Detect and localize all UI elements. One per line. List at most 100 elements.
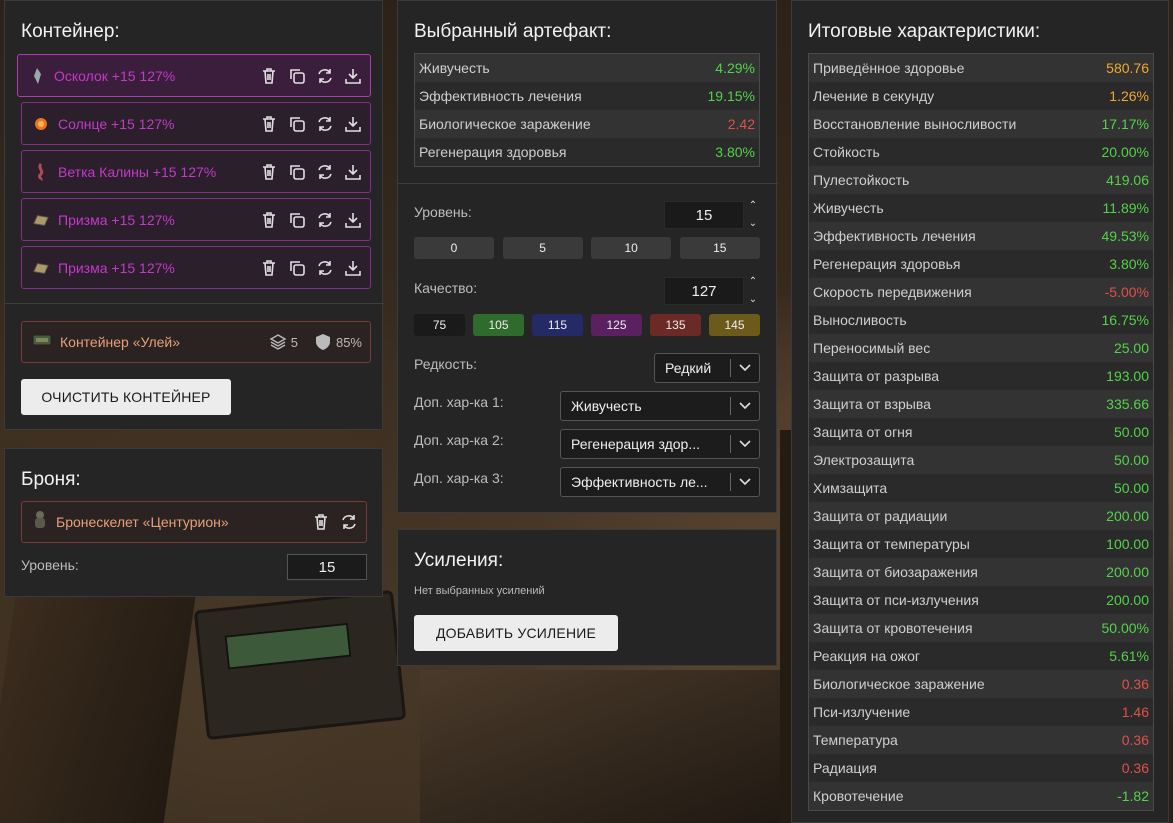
stat-label: Приведённое здоровье — [813, 60, 965, 76]
selected-artifact-title: Выбранный артефакт: — [414, 21, 612, 42]
trash-icon[interactable] — [260, 67, 278, 85]
chevron-up-icon[interactable]: ⌃ — [749, 201, 757, 211]
extra3-select[interactable]: Эффективность ле... — [560, 467, 760, 497]
quality-preset-button[interactable]: 135 — [650, 314, 701, 336]
chevron-down-icon — [731, 478, 759, 486]
totals-panel: Итоговые характеристики: Приведённое здо… — [791, 0, 1169, 823]
armor-item[interactable]: Бронескелет «Центурион» — [21, 501, 367, 543]
stat-label: Биологическое заражение — [419, 116, 591, 132]
trash-icon[interactable] — [260, 115, 278, 133]
artifact-row[interactable]: Осколок +15 127% — [17, 54, 371, 97]
trash-icon[interactable] — [260, 163, 278, 181]
stat-label: Защита от взрыва — [813, 396, 931, 412]
stat-row: Температура 0.36 — [809, 726, 1153, 754]
quality-preset-button[interactable]: 125 — [591, 314, 642, 336]
branch-icon — [32, 162, 50, 181]
stat-value: 335.66 — [1106, 396, 1149, 412]
quality-preset-button[interactable]: 105 — [473, 314, 524, 336]
level-input[interactable]: 15 — [664, 201, 744, 229]
chevron-down-icon — [731, 440, 759, 448]
artifact-row[interactable]: Ветка Калины +15 127% — [21, 150, 371, 193]
replace-icon[interactable] — [340, 513, 358, 531]
level-preset-button[interactable]: 0 — [414, 237, 494, 259]
stat-row: Пси-излучение 1.46 — [809, 698, 1153, 726]
replace-icon[interactable] — [316, 163, 334, 181]
copy-icon[interactable] — [288, 211, 306, 229]
level-preset-button[interactable]: 15 — [679, 237, 760, 259]
chevron-down-icon — [731, 402, 759, 410]
quality-stepper[interactable]: ⌃ ⌄ — [747, 277, 759, 305]
stat-label: Выносливость — [813, 312, 907, 328]
stat-row: Защита от огня 50.00 — [809, 418, 1153, 446]
replace-icon[interactable] — [316, 211, 334, 229]
chevron-down-icon[interactable]: ⌄ — [749, 295, 757, 305]
container-item[interactable]: Контейнер «Улей» 5 85% — [21, 321, 371, 363]
copy-icon[interactable] — [288, 163, 306, 181]
quality-label: Качество: — [414, 280, 478, 296]
armor-level-label: Уровень: — [21, 557, 79, 573]
stat-label: Эффективность лечения — [419, 88, 582, 104]
stat-row: Эффективность лечения 19.15% — [415, 82, 759, 110]
stat-row: Скорость передвижения -5.00% — [809, 278, 1153, 306]
quality-input[interactable]: 127 — [664, 277, 744, 305]
quality-preset-button[interactable]: 75 — [414, 314, 465, 336]
replace-icon[interactable] — [316, 115, 334, 133]
rarity-select[interactable]: Редкий — [654, 353, 760, 383]
stat-value: 0.36 — [1121, 760, 1149, 776]
stat-row: Пулестойкость 419.06 — [809, 166, 1153, 194]
armor-name: Бронескелет «Центурион» — [56, 514, 229, 530]
stat-value: 50.00% — [1101, 620, 1149, 636]
totals-stats-table: Приведённое здоровье 580.76 Лечение в секу… — [808, 53, 1154, 811]
stat-value: 193.00 — [1106, 368, 1149, 384]
extra2-select[interactable]: Регенерация здор... — [560, 429, 760, 459]
trash-icon[interactable] — [260, 259, 278, 277]
replace-icon[interactable] — [316, 67, 334, 85]
layers-icon — [269, 334, 287, 350]
quality-preset-button[interactable]: 145 — [709, 314, 760, 336]
stat-label: Реакция на ожог — [813, 648, 921, 664]
level-preset-button[interactable]: 5 — [502, 237, 583, 259]
stat-label: Кровотечение — [813, 788, 904, 804]
stat-label: Регенерация здоровья — [419, 144, 567, 160]
download-icon[interactable] — [344, 67, 362, 85]
extra1-select[interactable]: Живучесть — [560, 391, 760, 421]
artifact-row[interactable]: Призма +15 127% — [21, 198, 371, 241]
copy-icon[interactable] — [288, 67, 306, 85]
artifact-stats-table: Живучесть 4.29% Эффективность лечения 19.15… — [414, 53, 760, 167]
trash-icon[interactable] — [312, 513, 330, 531]
extra1-value: Живучесть — [571, 398, 642, 414]
stat-value: 3.80% — [1109, 256, 1149, 272]
stat-row: Стойкость 20.00% — [809, 138, 1153, 166]
copy-icon[interactable] — [288, 115, 306, 133]
download-icon[interactable] — [344, 259, 362, 277]
stat-row: Регенерация здоровья 3.80% — [809, 250, 1153, 278]
chevron-down-icon[interactable]: ⌄ — [749, 219, 757, 229]
boosts-title: Усиления: — [414, 550, 504, 571]
stat-label: Защита от пси-излучения — [813, 592, 979, 608]
trash-icon[interactable] — [260, 211, 278, 229]
stat-row: Радиация 0.36 — [809, 754, 1153, 782]
clear-container-button[interactable]: ОЧИСТИТЬ КОНТЕЙНЕР — [21, 379, 231, 415]
armor-level-input[interactable]: 15 — [287, 554, 367, 580]
level-stepper[interactable]: ⌃ ⌄ — [747, 201, 759, 229]
stat-value: 200.00 — [1106, 508, 1149, 524]
chevron-up-icon[interactable]: ⌃ — [749, 277, 757, 287]
add-boost-button[interactable]: ДОБАВИТЬ УСИЛЕНИЕ — [414, 615, 618, 651]
artifact-row[interactable]: Солнце +15 127% — [21, 102, 371, 145]
quality-preset-button[interactable]: 115 — [532, 314, 583, 336]
rarity-value: Редкий — [665, 360, 712, 376]
copy-icon[interactable] — [288, 259, 306, 277]
container-title: Контейнер: — [21, 21, 120, 42]
stat-row: Регенерация здоровья 3.80% — [415, 138, 759, 166]
level-preset-button[interactable]: 10 — [591, 237, 672, 259]
artifact-row[interactable]: Призма +15 127% — [21, 246, 371, 289]
download-icon[interactable] — [344, 163, 362, 181]
background-wood — [420, 670, 800, 823]
boosts-empty-text: Нет выбранных усилений — [414, 585, 545, 597]
download-icon[interactable] — [344, 211, 362, 229]
level-label: Уровень: — [414, 204, 472, 220]
stat-label: Скорость передвижения — [813, 284, 972, 300]
replace-icon[interactable] — [316, 259, 334, 277]
shard-icon — [28, 67, 46, 85]
download-icon[interactable] — [344, 115, 362, 133]
